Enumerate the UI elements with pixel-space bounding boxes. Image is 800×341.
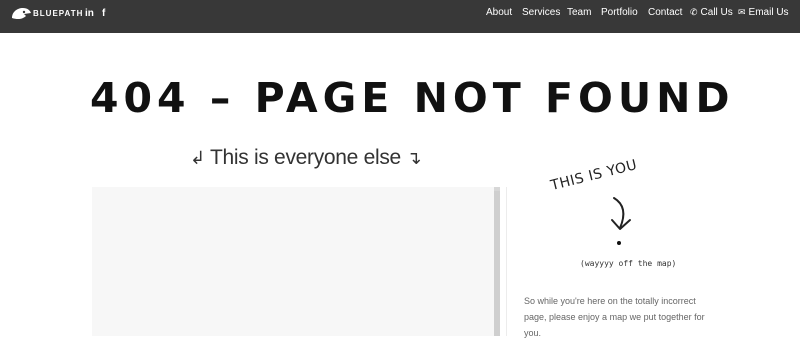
nav-contact[interactable]: Contact [648,7,682,18]
right-hook-arrow-icon: ↴ [406,148,422,168]
down-arrow-icon [611,197,631,230]
apology-message: So while you're here on the totally inco… [524,296,705,338]
bluepath-logo-icon[interactable] [10,6,32,22]
nav-team[interactable]: Team [567,7,591,18]
content-divider [506,187,507,336]
nav-email-us[interactable]: ✉ Email Us [738,7,789,18]
top-navigation-bar: BLUEPATH in f About Services Team Portfo… [0,0,800,33]
nav-email-us-label: Email Us [748,7,789,18]
left-hook-arrow-icon: ↲ [190,148,205,168]
linkedin-icon[interactable]: in [85,8,94,19]
map-embed[interactable] [92,187,500,336]
nav-about[interactable]: About [486,7,512,18]
facebook-icon[interactable]: f [102,8,105,19]
you-location-dot [617,241,621,245]
map-scrollbar[interactable] [494,191,500,336]
phone-icon: ✆ [690,7,698,17]
nav-call-us[interactable]: ✆ Call Us [690,7,733,18]
everyone-else-caption: ↲ This is everyone else ↴ [190,146,422,170]
everyone-else-label: This is everyone else [209,146,401,169]
this-is-you-label: THIS IS YOU [549,157,639,194]
off-map-note: (wayyyy off the map) [580,259,677,268]
page-title: 404 – PAGE NOT FOUND [90,74,735,122]
envelope-icon: ✉ [738,7,746,17]
brand-name[interactable]: BLUEPATH [33,9,83,18]
nav-portfolio[interactable]: Portfolio [601,7,638,18]
nav-services[interactable]: Services [522,7,560,18]
nav-call-us-label: Call Us [700,7,733,18]
